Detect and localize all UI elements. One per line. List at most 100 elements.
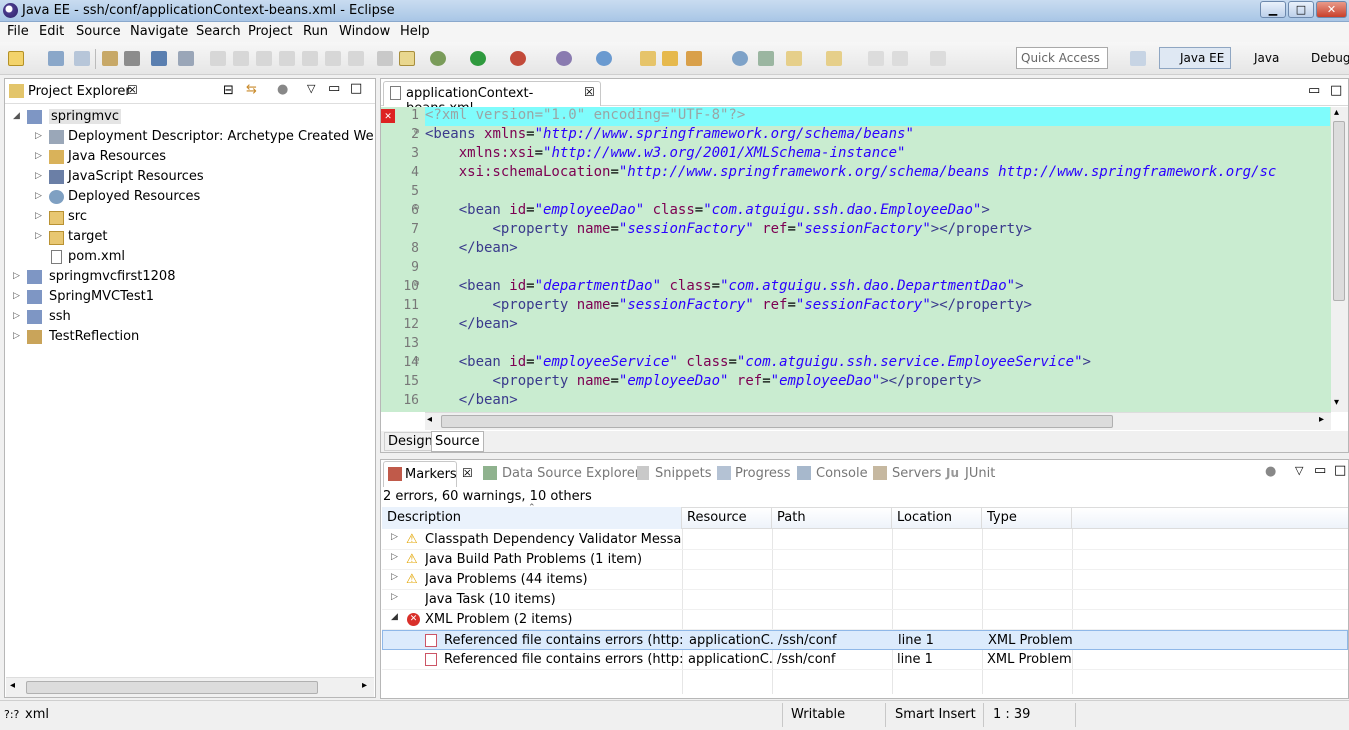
tab-console[interactable]: Console: [816, 466, 868, 481]
expand-arrow-icon[interactable]: ◢: [13, 111, 20, 121]
terminate-icon[interactable]: [256, 51, 272, 66]
external-tools-icon[interactable]: [510, 51, 526, 66]
collapse-arrow-icon[interactable]: ▷: [13, 311, 20, 321]
next-annotation-icon[interactable]: [786, 51, 802, 66]
globe-icon[interactable]: [732, 51, 748, 66]
tree-item-javascript-resources[interactable]: ▷ JavaScript Resources: [33, 168, 373, 188]
view-menu-icon[interactable]: ▽: [307, 82, 315, 95]
vertical-scrollbar[interactable]: ▴ ▾: [1331, 107, 1348, 412]
open-perspective-icon[interactable]: [1130, 51, 1146, 66]
view-menu-icon[interactable]: ▽: [1295, 464, 1303, 477]
open-type-icon[interactable]: [640, 51, 656, 66]
table-row[interactable]: ▷ ⚠ Classpath Dependency Validator Messa…: [382, 530, 1348, 550]
quick-access-input[interactable]: Quick Access: [1016, 47, 1108, 69]
scroll-left-icon[interactable]: ◂: [10, 680, 15, 691]
tree-item-springmvcfirst1208[interactable]: ▷ springmvcfirst1208: [11, 268, 371, 288]
new-server-icon[interactable]: [596, 51, 612, 66]
close-tab-icon[interactable]: ☒: [462, 466, 473, 480]
scrollbar-thumb[interactable]: [441, 415, 1113, 428]
table-row[interactable]: ▷ ⚠ Java Problems (44 items): [382, 570, 1348, 590]
minimize-view-icon[interactable]: ▭: [1314, 463, 1326, 478]
minimize-button[interactable]: ▁: [1260, 1, 1286, 18]
tab-design[interactable]: Design: [384, 432, 437, 451]
new-icon[interactable]: [8, 51, 24, 66]
scroll-up-icon[interactable]: ▴: [1334, 107, 1339, 118]
tree-item-ssh[interactable]: ▷ ssh: [11, 308, 371, 328]
collapse-arrow-icon[interactable]: ▷: [391, 552, 398, 562]
scroll-right-icon[interactable]: ▸: [362, 680, 367, 691]
minimize-view-icon[interactable]: ▭: [328, 81, 340, 96]
collapse-arrow-icon[interactable]: ▷: [35, 171, 42, 181]
tree-item-java-resources[interactable]: ▷ Java Resources: [33, 148, 373, 168]
word-wrap-icon[interactable]: [377, 51, 393, 66]
table-row-selected[interactable]: Referenced file contains errors (http://…: [382, 630, 1348, 650]
tab-source[interactable]: Source: [431, 431, 484, 452]
tab-snippets[interactable]: Snippets: [655, 466, 711, 481]
forward-icon[interactable]: [930, 51, 946, 66]
save-all-icon[interactable]: [74, 51, 90, 66]
skip-breakpoints-icon[interactable]: [178, 51, 194, 66]
scroll-right-icon[interactable]: ▸: [1319, 414, 1324, 425]
print-icon[interactable]: [124, 51, 140, 66]
collapse-arrow-icon[interactable]: ▷: [35, 151, 42, 161]
terminal-icon[interactable]: [151, 51, 167, 66]
fold-icon[interactable]: ⊖: [414, 203, 419, 213]
collapse-arrow-icon[interactable]: ▷: [13, 271, 20, 281]
tree-item-testreflection[interactable]: ▷ TestReflection: [11, 328, 371, 348]
tab-servers[interactable]: Servers: [892, 466, 941, 481]
expand-arrow-icon[interactable]: ◢: [391, 612, 398, 622]
column-path[interactable]: Path: [772, 507, 892, 529]
collapse-arrow-icon[interactable]: ▷: [13, 331, 20, 341]
collapse-arrow-icon[interactable]: ▷: [391, 532, 398, 542]
debug-icon[interactable]: [430, 51, 446, 66]
menu-source[interactable]: Source: [76, 24, 121, 39]
scrollbar-thumb[interactable]: [26, 681, 318, 694]
step-return-icon[interactable]: [348, 51, 364, 66]
close-view-icon[interactable]: ☒: [127, 83, 138, 97]
error-marker-icon[interactable]: ✕: [381, 109, 395, 123]
tree-item-src[interactable]: ▷ src: [33, 208, 373, 228]
scroll-left-icon[interactable]: ◂: [427, 414, 432, 425]
tab-data-source-explorer[interactable]: Data Source Explorer: [502, 466, 640, 481]
perspective-java[interactable]: Java: [1234, 48, 1279, 65]
suspend-icon[interactable]: [233, 51, 249, 66]
minimize-editor-icon[interactable]: ▭: [1308, 83, 1320, 98]
tab-markers[interactable]: Markers ☒: [383, 461, 473, 487]
perspective-debug[interactable]: Debug: [1292, 48, 1349, 65]
table-row[interactable]: ▷ ⚠ Java Build Path Problems (1 item): [382, 550, 1348, 570]
save-icon[interactable]: [48, 51, 64, 66]
tab-junit[interactable]: JUnit: [965, 466, 995, 481]
close-tab-icon[interactable]: ☒: [584, 85, 595, 99]
project-explorer-title[interactable]: Project Explorer: [28, 84, 131, 99]
menu-file[interactable]: File: [7, 24, 29, 39]
step-over-icon[interactable]: [325, 51, 341, 66]
collapse-all-icon[interactable]: ⊟: [223, 83, 234, 98]
maximize-editor-icon[interactable]: □: [1330, 83, 1342, 98]
tree-item-deployment-descriptor[interactable]: ▷ Deployment Descriptor: Archetype Creat…: [33, 128, 373, 148]
resume-icon[interactable]: [210, 51, 226, 66]
editor-horizontal-scrollbar[interactable]: ◂ ▸: [425, 412, 1331, 430]
maximize-button[interactable]: □: [1288, 1, 1314, 18]
tree-item-pom-xml[interactable]: pom.xml: [33, 248, 373, 268]
column-resource[interactable]: Resource: [682, 507, 772, 529]
table-row[interactable]: ◢ ✕ XML Problem (2 items): [382, 610, 1348, 630]
tab-progress[interactable]: Progress: [735, 466, 790, 481]
step-into-icon[interactable]: [302, 51, 318, 66]
menu-search[interactable]: Search: [196, 24, 241, 39]
scrollbar-thumb[interactable]: [1333, 121, 1345, 301]
open-folder-icon[interactable]: [662, 51, 678, 66]
tree-item-springmvc[interactable]: ◢ springmvc: [11, 108, 371, 128]
fold-icon[interactable]: ⊖: [414, 127, 419, 137]
column-type[interactable]: Type: [982, 507, 1072, 529]
focus-icon[interactable]: ●: [277, 82, 288, 97]
close-button[interactable]: ✕: [1316, 1, 1347, 18]
perspective-java-ee[interactable]: Java EE: [1159, 47, 1232, 69]
last-edit-icon[interactable]: [868, 51, 884, 66]
link-editor-icon[interactable]: ⇆: [246, 82, 257, 97]
build-icon[interactable]: [102, 51, 118, 66]
table-row[interactable]: Referenced file contains errors (http://…: [382, 650, 1348, 670]
menu-window[interactable]: Window: [339, 24, 390, 39]
scroll-down-icon[interactable]: ▾: [1334, 397, 1339, 408]
collapse-arrow-icon[interactable]: ▷: [35, 211, 42, 221]
toggle-mark-icon[interactable]: [399, 51, 415, 66]
